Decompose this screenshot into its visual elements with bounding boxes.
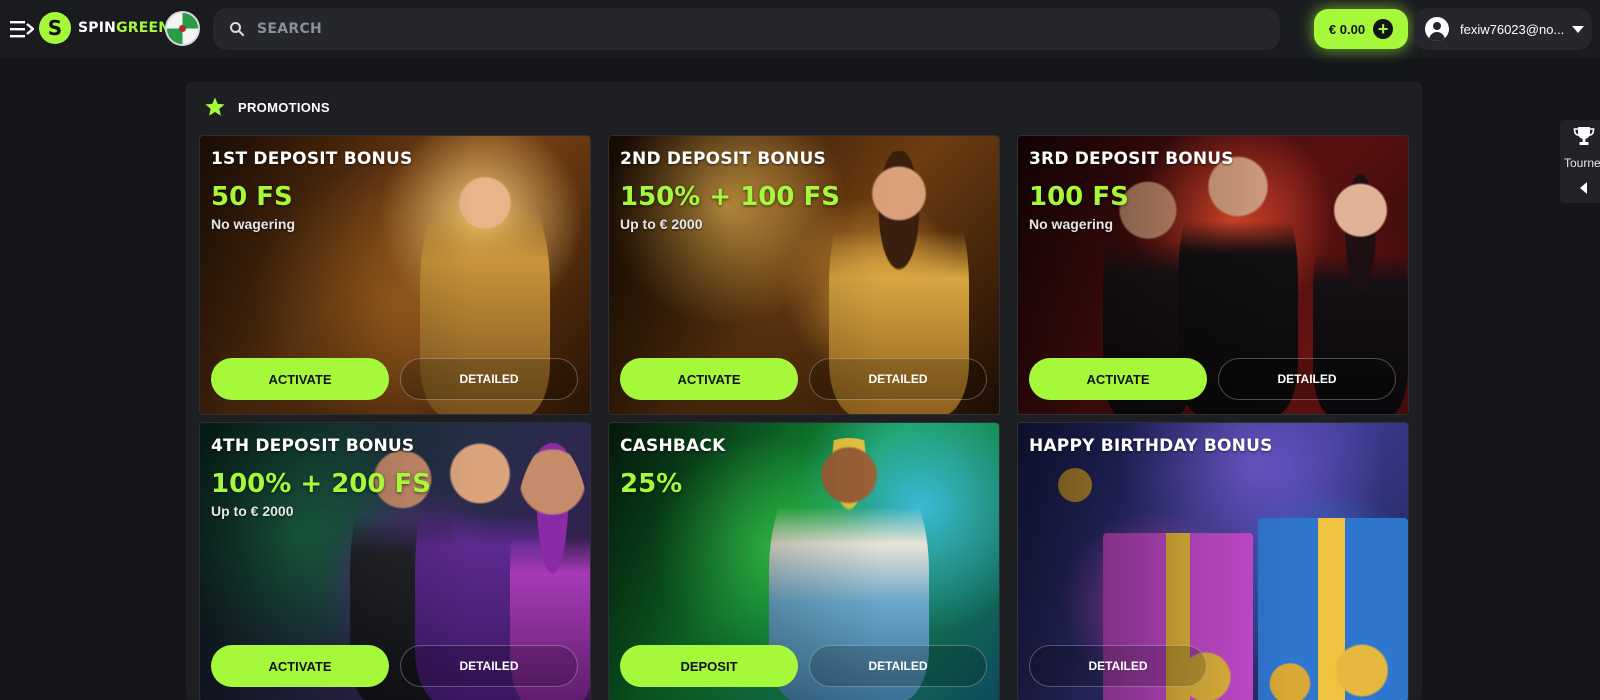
activate-button[interactable]: ACTIVATE	[211, 358, 389, 400]
promo-card-amount: 100 FS	[1029, 182, 1129, 212]
logo-text: SPINGREEN	[78, 20, 170, 36]
promo-card-title: 1ST DEPOSIT BONUS	[211, 149, 413, 169]
promo-card-subtitle: No wagering	[1029, 216, 1114, 232]
trophy-icon	[1573, 127, 1595, 145]
star-icon	[205, 97, 225, 116]
detailed-button[interactable]: DETAILED	[809, 645, 987, 687]
promo-card-amount: 50 FS	[211, 182, 293, 212]
user-email: fexiw76023@no...	[1460, 21, 1564, 37]
promotions-title: PROMOTIONS	[238, 99, 330, 115]
activate-button[interactable]: ACTIVATE	[1029, 358, 1207, 400]
promo-card-cashback: CASHBACK 25% DEPOSIT DETAILED	[608, 422, 1000, 700]
detailed-button[interactable]: DETAILED	[400, 645, 578, 687]
promo-card-title: 4TH DEPOSIT BONUS	[211, 436, 415, 456]
tournament-side-tab[interactable]: Tourne	[1560, 120, 1600, 203]
deposit-button[interactable]: DEPOSIT	[620, 645, 798, 687]
detailed-button[interactable]: DETAILED	[400, 358, 578, 400]
promo-card-title: HAPPY BIRTHDAY BONUS	[1029, 436, 1273, 456]
balance-deposit-button[interactable]: € 0.00 +	[1314, 9, 1408, 49]
promo-card-title: 3RD DEPOSIT BONUS	[1029, 149, 1234, 169]
promo-card-birthday: HAPPY BIRTHDAY BONUS DETAILED	[1017, 422, 1409, 700]
detailed-button[interactable]: DETAILED	[1029, 645, 1207, 687]
detailed-button[interactable]: DETAILED	[809, 358, 987, 400]
plus-icon: +	[1373, 19, 1394, 39]
chevron-down-icon	[1572, 25, 1584, 33]
brand-logo[interactable]: S SPINGREEN	[39, 12, 170, 44]
promo-card-title: CASHBACK	[620, 436, 726, 456]
promotions-header: PROMOTIONS	[204, 96, 330, 118]
fortune-wheel-icon[interactable]	[165, 11, 200, 46]
menu-toggle-icon[interactable]	[10, 18, 34, 40]
logo-text-part1: SPIN	[78, 20, 117, 36]
balance-amount: € 0.00	[1328, 21, 1366, 37]
user-avatar-icon	[1425, 17, 1449, 41]
user-menu-button[interactable]: fexiw76023@no...	[1414, 8, 1592, 50]
activate-button[interactable]: ACTIVATE	[211, 645, 389, 687]
tournament-tab-label: Tourne	[1564, 156, 1600, 170]
logo-mark-icon: S	[39, 12, 71, 44]
promo-card-amount: 100% + 200 FS	[211, 469, 432, 499]
promo-card-subtitle: Up to € 2000	[211, 503, 294, 519]
promo-card-2nd-deposit: 2ND DEPOSIT BONUS 150% + 100 FS Up to € …	[608, 135, 1000, 415]
promo-card-4th-deposit: 4TH DEPOSIT BONUS 100% + 200 FS Up to € …	[199, 422, 591, 700]
detailed-button[interactable]: DETAILED	[1218, 358, 1396, 400]
promo-card-1st-deposit: 1ST DEPOSIT BONUS 50 FS No wagering ACTI…	[199, 135, 591, 415]
promo-card-title: 2ND DEPOSIT BONUS	[620, 149, 826, 169]
promo-card-amount: 150% + 100 FS	[620, 182, 841, 212]
promo-card-3rd-deposit: 3RD DEPOSIT BONUS 100 FS No wagering ACT…	[1017, 135, 1409, 415]
top-header: S SPINGREEN € 0.00 + fexiw76023@no...	[0, 0, 1600, 58]
activate-button[interactable]: ACTIVATE	[620, 358, 798, 400]
promo-card-subtitle: No wagering	[211, 216, 296, 232]
logo-text-part2: GREEN	[116, 20, 171, 36]
promotions-panel: PROMOTIONS 1ST DEPOSIT BONUS 50 FS No wa…	[186, 82, 1422, 700]
promo-card-amount: 25%	[620, 469, 683, 499]
search-input[interactable]	[257, 21, 1280, 37]
search-bar[interactable]	[213, 8, 1280, 50]
search-icon	[230, 22, 245, 37]
chevron-left-icon	[1580, 182, 1587, 194]
promo-card-subtitle: Up to € 2000	[620, 216, 703, 232]
